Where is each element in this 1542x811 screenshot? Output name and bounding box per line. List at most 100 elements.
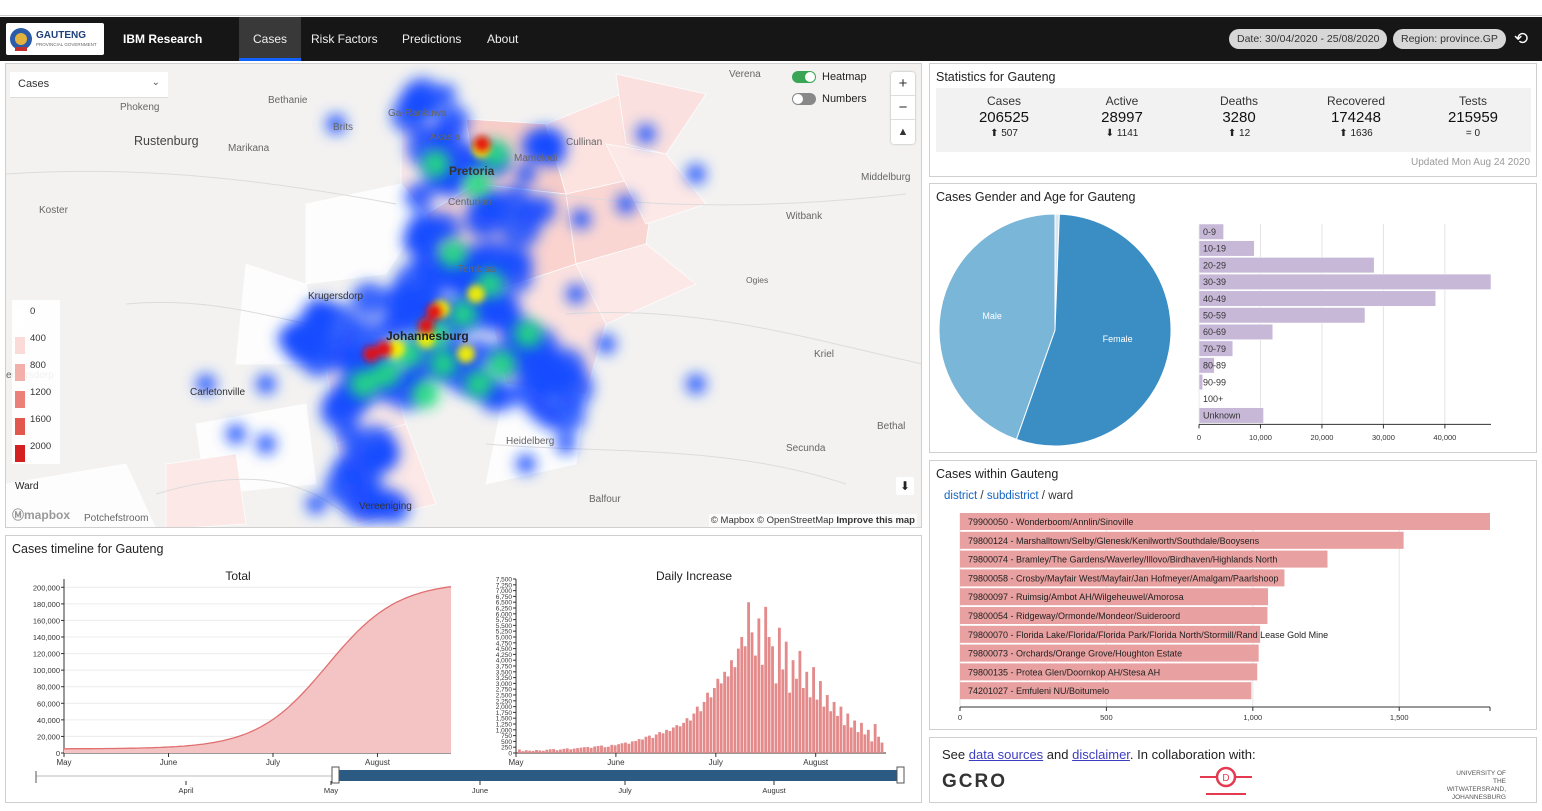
daily-bar (593, 746, 597, 753)
ward-bar-chart[interactable]: 0 500 1,000 1,500 79900050 - Wonderboom/Annl… (930, 509, 1530, 724)
chart-title: Total (225, 569, 250, 583)
dsfsi-logo[interactable]: D (1198, 763, 1254, 801)
place-potchefstroom: Potchefstroom (84, 513, 149, 524)
compass-icon[interactable]: ▲ (891, 120, 915, 144)
data-sources-link[interactable]: data sources (969, 747, 1043, 762)
place-ga-rankuwa: Ga-Rankuwa (388, 108, 447, 119)
age-label: 30-39 (1203, 277, 1226, 287)
legend-swatch-3 (15, 391, 25, 408)
age-bar-chart[interactable]: 0 10,000 20,000 30,000 40,000 0-9 10-19 20-29 30… (1185, 212, 1505, 452)
daily-bar (712, 688, 716, 753)
daily-bar (569, 749, 573, 753)
mapbox-logo-text: mapbox (24, 508, 71, 522)
heat-blob (686, 374, 706, 394)
place-vereeniging: Vereeniging (359, 501, 412, 512)
place-marikana: Marikana (228, 143, 270, 154)
ward-cases-title: Cases within Gauteng (936, 467, 1059, 481)
daily-bar (716, 678, 720, 753)
y-tick-label: 0 (56, 749, 60, 758)
map-legend: 0 400 800 1200 1600 2000 (12, 300, 60, 464)
numbers-toggle[interactable]: Numbers (792, 93, 867, 106)
date-range-pill[interactable]: Date: 30/04/2020 - 25/08/2020 (1229, 29, 1388, 49)
heat-blob (449, 300, 478, 328)
daily-bar (822, 706, 826, 753)
legend-row: 800 (15, 360, 59, 381)
x-tick-label: 40,000 (1433, 433, 1456, 442)
ward-bar-label: 79800135 - Protea Glen/Doornkop AH/Stesa… (968, 667, 1160, 677)
metric-select[interactable]: Cases ⌄ (10, 72, 168, 98)
metric-select-value: Cases (18, 78, 50, 90)
toggle-switch-off[interactable] (792, 93, 816, 106)
y-tick-label: 200,000 (33, 583, 60, 592)
age-label: 50-59 (1203, 311, 1226, 321)
tab-about[interactable]: About (473, 17, 532, 61)
legend-label: 0 (30, 306, 36, 317)
daily-bar (654, 734, 658, 753)
slider-handle-left (331, 766, 340, 784)
daily-bar (777, 627, 781, 753)
toggle-switch-on[interactable] (792, 71, 816, 84)
place-bethanie: Bethanie (268, 95, 308, 106)
place-akasia: Akasia (430, 132, 461, 143)
daily-bar (754, 655, 757, 753)
legend-label: 1200 (30, 387, 52, 398)
gender-pie-chart[interactable]: Female Male (935, 212, 1175, 452)
daily-bar (531, 750, 535, 753)
daily-bar (617, 744, 621, 753)
daily-increase-chart[interactable]: Daily Increase02505007501,0001,2501,5001… (468, 564, 888, 786)
region-pill[interactable]: Region: province.GP (1393, 29, 1506, 49)
place-ogies: Ogies (746, 275, 769, 285)
gauteng-logo[interactable]: GAUTENG PROVINCIAL GOVERNMENT (6, 23, 104, 55)
pie-slice-label: Female (1103, 334, 1133, 344)
map-panel[interactable]: Rustenburg Phokeng Bethanie Brits Marika… (5, 63, 922, 528)
ward-bar-label: 79800124 - Marshalltown/Selby/Glenesk/Ke… (968, 536, 1260, 546)
svg-text:GAUTENG: GAUTENG (36, 30, 86, 41)
place-centurion: Centurion (448, 197, 492, 208)
date-range-slider[interactable]: April May June July August (12, 764, 912, 800)
stat-active: Active 28997 ⬇ 1141 (1064, 94, 1180, 139)
heat-blob (419, 274, 445, 300)
zoom-out-icon[interactable]: − (891, 96, 915, 120)
daily-bar (647, 735, 651, 753)
zoom-in-icon[interactable]: + (891, 72, 915, 96)
heat-blob (436, 84, 456, 104)
attribution-text[interactable]: © Mapbox © OpenStreetMap (711, 515, 834, 526)
daily-bar (832, 701, 836, 753)
heatmap-toggle[interactable]: Heatmap (792, 71, 867, 84)
heat-blob (256, 374, 276, 394)
refresh-icon[interactable]: ⟲ (1510, 28, 1532, 50)
age-label: 20-29 (1203, 260, 1226, 270)
breadcrumb-subdistrict[interactable]: subdistrict (987, 490, 1039, 502)
gender-age-panel: Cases Gender and Age for Gauteng Female M… (929, 183, 1537, 453)
age-label: 100+ (1203, 394, 1223, 404)
daily-bar (559, 749, 562, 753)
footer-see: See (942, 747, 969, 762)
x-tick-label: 1,500 (1390, 713, 1409, 722)
total-area-chart[interactable]: Total 0 20,000 40,000 60,000 80,000 100,000 120… (6, 564, 461, 786)
wits-logo[interactable]: UNIVERSITY OF THE WITWATERSRAND, JOHANNE… (1446, 770, 1506, 802)
tab-cases[interactable]: Cases (239, 17, 302, 61)
age-label: 60-69 (1203, 327, 1226, 337)
daily-bar (736, 648, 740, 753)
daily-bar (842, 725, 846, 753)
daily-bar (863, 734, 867, 753)
gcro-logo[interactable]: GCRO (942, 771, 1007, 793)
disclaimer-link[interactable]: disclaimer (1072, 747, 1130, 762)
daily-bar (695, 706, 699, 753)
improve-map-link[interactable]: Improve this map (836, 515, 915, 526)
tab-predictions[interactable]: Predictions (388, 17, 475, 61)
mapbox-logo[interactable]: Ⓜmapbox (12, 506, 70, 523)
daily-bar (521, 751, 525, 753)
daily-bar (784, 641, 788, 753)
breadcrumb-district[interactable]: district (944, 490, 977, 502)
daily-bar (548, 749, 552, 753)
daily-bar (853, 720, 857, 753)
brand-title[interactable]: IBM Research (123, 32, 202, 46)
tab-risk-factors[interactable]: Risk Factors (297, 17, 392, 61)
y-tick-label: 20,000 (37, 732, 60, 741)
daily-bar (692, 713, 696, 753)
y-tick-label: 100,000 (33, 666, 60, 675)
download-icon[interactable]: ⬇ (896, 477, 914, 495)
footer-panel: See data sources and disclaimer. In coll… (929, 737, 1537, 803)
daily-bar (877, 736, 880, 753)
